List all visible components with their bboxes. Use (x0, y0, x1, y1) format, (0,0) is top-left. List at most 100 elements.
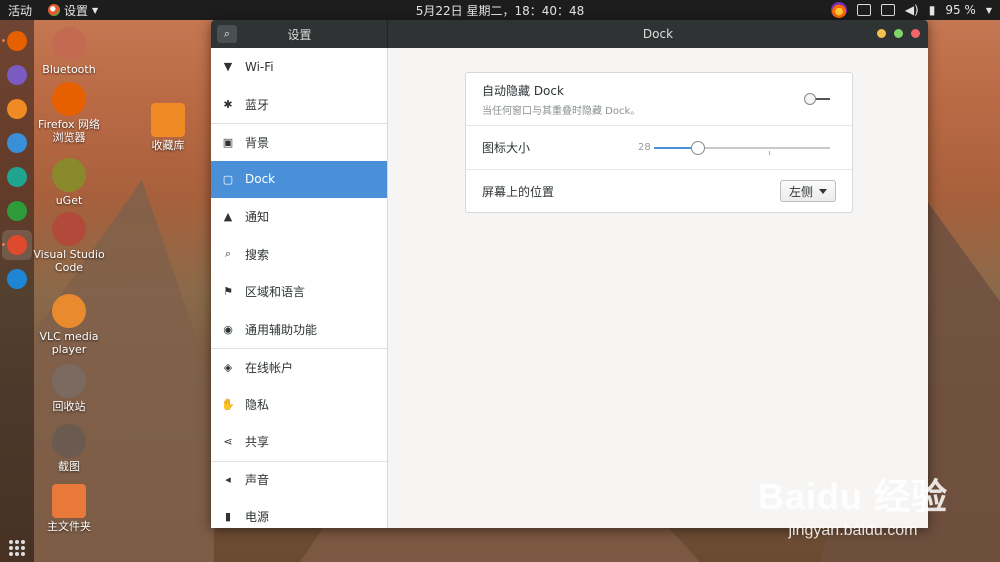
slider-mark (769, 151, 770, 155)
region-language-icon: ⚑ (223, 285, 233, 299)
baidu-watermark: Baidu 经验 jingyan.baidu.com (758, 468, 948, 540)
sidebar-item[interactable]: ◂ 声音 (211, 460, 387, 499)
autohide-switch[interactable] (804, 93, 830, 105)
close-button[interactable] (911, 29, 920, 38)
search-button[interactable]: ⌕ (217, 25, 237, 43)
window-controls (877, 29, 920, 38)
desktop-icon-vlc[interactable]: VLC media player (33, 294, 105, 356)
dock-settings-panel: 自动隐藏 Dock 当任何窗口与其重叠时隐藏 Dock。 图标大小 28 屏幕上… (465, 72, 853, 213)
sidebar-item-label: 声音 (245, 473, 270, 488)
accessibility-icon: ◉ (223, 322, 233, 336)
battery-percent: 95 % (945, 3, 976, 17)
position-selected: 左侧 (788, 184, 813, 199)
running-indicator (2, 39, 5, 42)
sound-icon: ◂ (225, 473, 231, 487)
show-applications-icon[interactable] (9, 540, 25, 556)
sidebar-item[interactable]: ⌕ 搜索 (211, 236, 387, 274)
home-folder-icon (52, 484, 86, 518)
firefox-icon (7, 31, 27, 51)
watermark-url: jingyan.baidu.com (788, 522, 918, 539)
search-icon: ⌕ (223, 27, 231, 40)
sidebar-item[interactable]: ▼ Wi-Fi (211, 48, 387, 86)
sidebar-item[interactable]: ✱ 蓝牙 (211, 86, 387, 124)
slider-thumb[interactable] (691, 141, 705, 155)
folder-icon (151, 103, 185, 137)
sidebar-item[interactable]: ▲ 通知 (211, 198, 387, 236)
desktop-icon-favorites[interactable]: 收藏库 (132, 103, 204, 152)
keyboard-icon[interactable] (856, 4, 871, 16)
sidebar-title: 设置 (287, 27, 312, 42)
sidebar-item[interactable]: ◉ 通用辅助功能 (211, 311, 387, 349)
volume-icon[interactable]: ◀) (905, 3, 919, 17)
maximize-button[interactable] (894, 29, 903, 38)
desktop-icon-bluetooth[interactable]: Bluetooth (33, 27, 105, 76)
desktop-icon-firefox[interactable]: Firefox 网络浏览器 (33, 82, 105, 144)
sidebar-item-label: 通用辅助功能 (245, 322, 318, 337)
software-updater-icon (7, 269, 27, 289)
dock (0, 20, 34, 562)
sidebar-item-label: Wi-Fi (245, 59, 274, 74)
autohide-subtitle: 当任何窗口与其重叠时隐藏 Dock。 (482, 105, 641, 117)
desktop-icon-trash[interactable]: 回收站 (33, 364, 105, 413)
position-row: 屏幕上的位置 左侧 (466, 169, 852, 212)
dock-item[interactable] (2, 60, 32, 90)
network-icon[interactable] (880, 4, 895, 16)
software-icon (7, 99, 27, 119)
system-menu-chevron-icon[interactable]: ▼ (986, 6, 992, 15)
sidebar-item[interactable]: ▢ Dock (211, 160, 387, 198)
sidebar-item-label: 电源 (245, 510, 270, 525)
switch-knob[interactable] (804, 93, 816, 105)
wifi-icon: ▼ (223, 60, 233, 74)
desktop-icon-uget[interactable]: uGet (33, 158, 105, 207)
app-menu[interactable]: 设置 ▼ (40, 2, 98, 19)
share-icon: ⋖ (223, 435, 233, 449)
sidebar-item[interactable]: ▣ 背景 (211, 123, 387, 161)
uget-icon (7, 201, 27, 221)
sidebar-item-label: 在线帐户 (245, 360, 294, 375)
app-menu-label: 设置 (64, 3, 89, 18)
battery-icon[interactable]: ▮ (929, 3, 936, 17)
desktop-icon-screenshot[interactable]: 截图 (33, 424, 105, 473)
help-icon (7, 133, 27, 153)
sidebar-item[interactable]: ▮ 电源 (211, 498, 387, 528)
minimize-button[interactable] (877, 29, 886, 38)
online-accounts-icon: ◈ (223, 360, 233, 374)
bluetooth-icon (52, 27, 86, 61)
dock-item[interactable] (2, 26, 32, 56)
dock-item[interactable] (2, 162, 32, 192)
uget-icon (52, 158, 86, 192)
header-bar: ⌕ 设置 Dock (211, 20, 928, 48)
dock-item[interactable] (2, 264, 32, 294)
dock-item[interactable] (2, 230, 32, 260)
running-indicator (2, 243, 5, 246)
chevron-down-icon (819, 188, 827, 194)
vlc-icon (52, 294, 86, 328)
sidebar-item-label: 搜索 (245, 247, 270, 262)
desktop-icon-vscode[interactable]: Visual Studio Code (33, 212, 105, 274)
background-icon: ▣ (222, 135, 234, 149)
settings-app-icon (7, 235, 27, 255)
activities-button[interactable]: 活动 (0, 2, 40, 19)
status-area[interactable]: ◀) ▮ 95 % ▼ (830, 0, 1000, 20)
sidebar-item[interactable]: ⚑ 区域和语言 (211, 273, 387, 311)
bluetooth-icon: ✱ (223, 97, 233, 111)
sidebar-item-label: 背景 (245, 135, 270, 150)
sidebar-item[interactable]: ◈ 在线帐户 (211, 348, 387, 386)
position-dropdown[interactable]: 左侧 (779, 180, 836, 202)
watermark-brand: Baidu 经验 (757, 476, 948, 517)
tray-app-icon[interactable] (830, 2, 847, 18)
sidebar-item[interactable]: ⋖ 共享 (211, 423, 387, 461)
search-icon: ⌕ (224, 247, 232, 261)
autohide-row[interactable]: 自动隐藏 Dock 当任何窗口与其重叠时隐藏 Dock。 (466, 73, 852, 125)
chevron-down-icon: ▼ (92, 5, 99, 15)
firefox-icon (52, 82, 86, 116)
icon-size-row: 图标大小 28 (466, 125, 852, 169)
desktop-icon-home[interactable]: 主文件夹 (33, 484, 105, 533)
dock-item[interactable] (2, 196, 32, 226)
dock-item[interactable] (2, 128, 32, 158)
sidebar-item[interactable]: ✋ 隐私 (211, 386, 387, 424)
icon-size-slider[interactable]: 28 (638, 140, 834, 156)
dock-item[interactable] (2, 94, 32, 124)
dock-icon: ▢ (222, 172, 234, 186)
sidebar-item-label: 区域和语言 (245, 285, 306, 300)
